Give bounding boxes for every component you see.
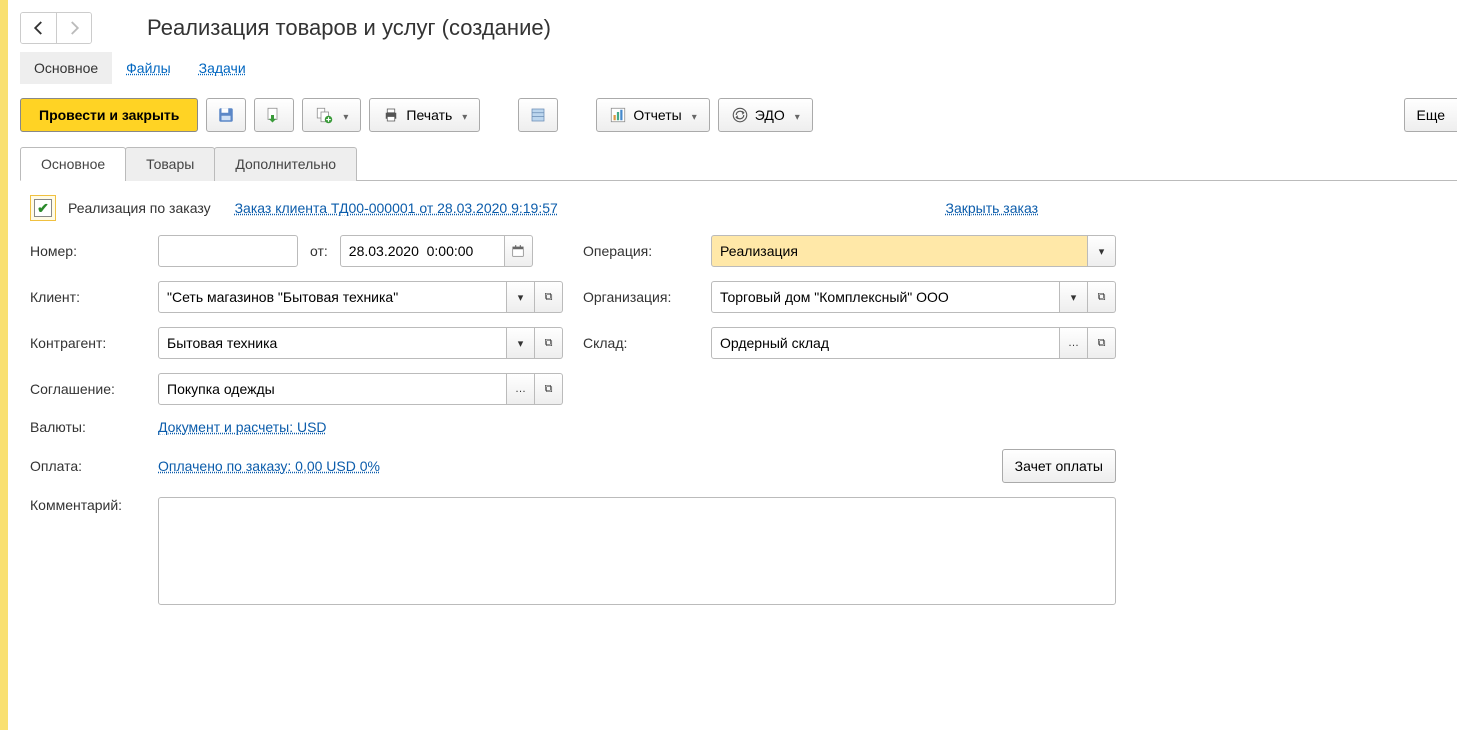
open-icon: ⧉ [1098, 337, 1106, 350]
operation-dropdown[interactable]: ▾ [1088, 235, 1116, 267]
order-link[interactable]: Заказ клиента ТД00-000001 от 28.03.2020 … [235, 200, 558, 216]
doc-plus-icon [315, 106, 333, 124]
reports-label: Отчеты [633, 107, 681, 123]
top-tab-tasks[interactable]: Задачи [185, 52, 260, 84]
org-label: Организация: [583, 289, 703, 305]
more-button[interactable]: Еще [1404, 98, 1458, 132]
reports-button[interactable]: Отчеты [596, 98, 709, 132]
top-tab-main[interactable]: Основное [20, 52, 112, 84]
client-open[interactable]: ⧉ [535, 281, 563, 313]
open-icon: ⧉ [545, 291, 553, 304]
open-icon: ⧉ [545, 337, 553, 350]
arrow-right-icon [65, 19, 83, 37]
printer-icon [382, 106, 400, 124]
floppy-icon [217, 106, 235, 124]
list-button[interactable] [518, 98, 558, 132]
contragent-open[interactable]: ⧉ [535, 327, 563, 359]
contragent-label: Контрагент: [30, 335, 150, 351]
currency-label: Валюты: [30, 419, 150, 435]
payment-link[interactable]: Оплачено по заказу: 0,00 USD 0% [158, 458, 380, 474]
comment-textarea[interactable] [158, 497, 1116, 605]
check-icon: ✔ [34, 199, 52, 217]
edo-icon [731, 106, 749, 124]
agreement-label: Соглашение: [30, 381, 150, 397]
top-tab-files[interactable]: Файлы [112, 52, 184, 84]
payment-label: Оплата: [30, 458, 150, 474]
number-label: Номер: [30, 243, 150, 259]
create-on-basis-button[interactable] [302, 98, 361, 132]
edo-button[interactable]: ЭДО [718, 98, 813, 132]
org-open[interactable]: ⧉ [1088, 281, 1116, 313]
open-icon: ⧉ [1098, 291, 1106, 304]
agreement-select[interactable]: … [507, 373, 535, 405]
operation-label: Операция: [583, 243, 703, 259]
close-order-link[interactable]: Закрыть заказ [946, 200, 1039, 216]
client-dropdown[interactable]: ▾ [507, 281, 535, 313]
nav-back-button[interactable] [21, 13, 56, 43]
agreement-input[interactable] [158, 373, 507, 405]
chevron-down-icon [339, 107, 348, 123]
arrow-left-icon [30, 19, 48, 37]
tab-main[interactable]: Основное [20, 147, 126, 181]
org-input[interactable] [711, 281, 1060, 313]
tab-goods[interactable]: Товары [125, 147, 215, 181]
operation-select[interactable] [711, 235, 1088, 267]
offset-payment-button[interactable]: Зачет оплаты [1002, 449, 1116, 483]
order-based-checkbox[interactable]: ✔ [30, 195, 56, 221]
order-based-label: Реализация по заказу [68, 200, 211, 216]
tab-additional[interactable]: Дополнительно [214, 147, 357, 181]
calendar-button[interactable] [505, 235, 533, 267]
warehouse-label: Склад: [583, 335, 703, 351]
client-input[interactable] [158, 281, 507, 313]
contragent-dropdown[interactable]: ▾ [507, 327, 535, 359]
print-label: Печать [406, 107, 452, 123]
post-close-button[interactable]: Провести и закрыть [20, 98, 198, 132]
currency-link[interactable]: Документ и расчеты: USD [158, 419, 327, 435]
chevron-down-icon [688, 107, 697, 123]
number-input[interactable] [158, 235, 298, 267]
calendar-icon [511, 244, 525, 258]
list-icon [529, 106, 547, 124]
chevron-down-icon [791, 107, 800, 123]
date-input[interactable] [340, 235, 505, 267]
document-arrow-icon [265, 106, 283, 124]
from-label: от: [310, 243, 328, 259]
post-button[interactable] [254, 98, 294, 132]
edo-label: ЭДО [755, 107, 785, 123]
contragent-input[interactable] [158, 327, 507, 359]
warehouse-input[interactable] [711, 327, 1060, 359]
chevron-down-icon [458, 107, 467, 123]
save-button[interactable] [206, 98, 246, 132]
warehouse-select[interactable]: … [1060, 327, 1088, 359]
nav-forward-button[interactable] [56, 13, 91, 43]
page-title: Реализация товаров и услуг (создание) [147, 15, 551, 41]
org-dropdown[interactable]: ▾ [1060, 281, 1088, 313]
client-label: Клиент: [30, 289, 150, 305]
open-icon: ⧉ [545, 383, 553, 396]
print-button[interactable]: Печать [369, 98, 480, 132]
comment-label: Комментарий: [30, 497, 150, 513]
agreement-open[interactable]: ⧉ [535, 373, 563, 405]
chart-icon [609, 106, 627, 124]
warehouse-open[interactable]: ⧉ [1088, 327, 1116, 359]
